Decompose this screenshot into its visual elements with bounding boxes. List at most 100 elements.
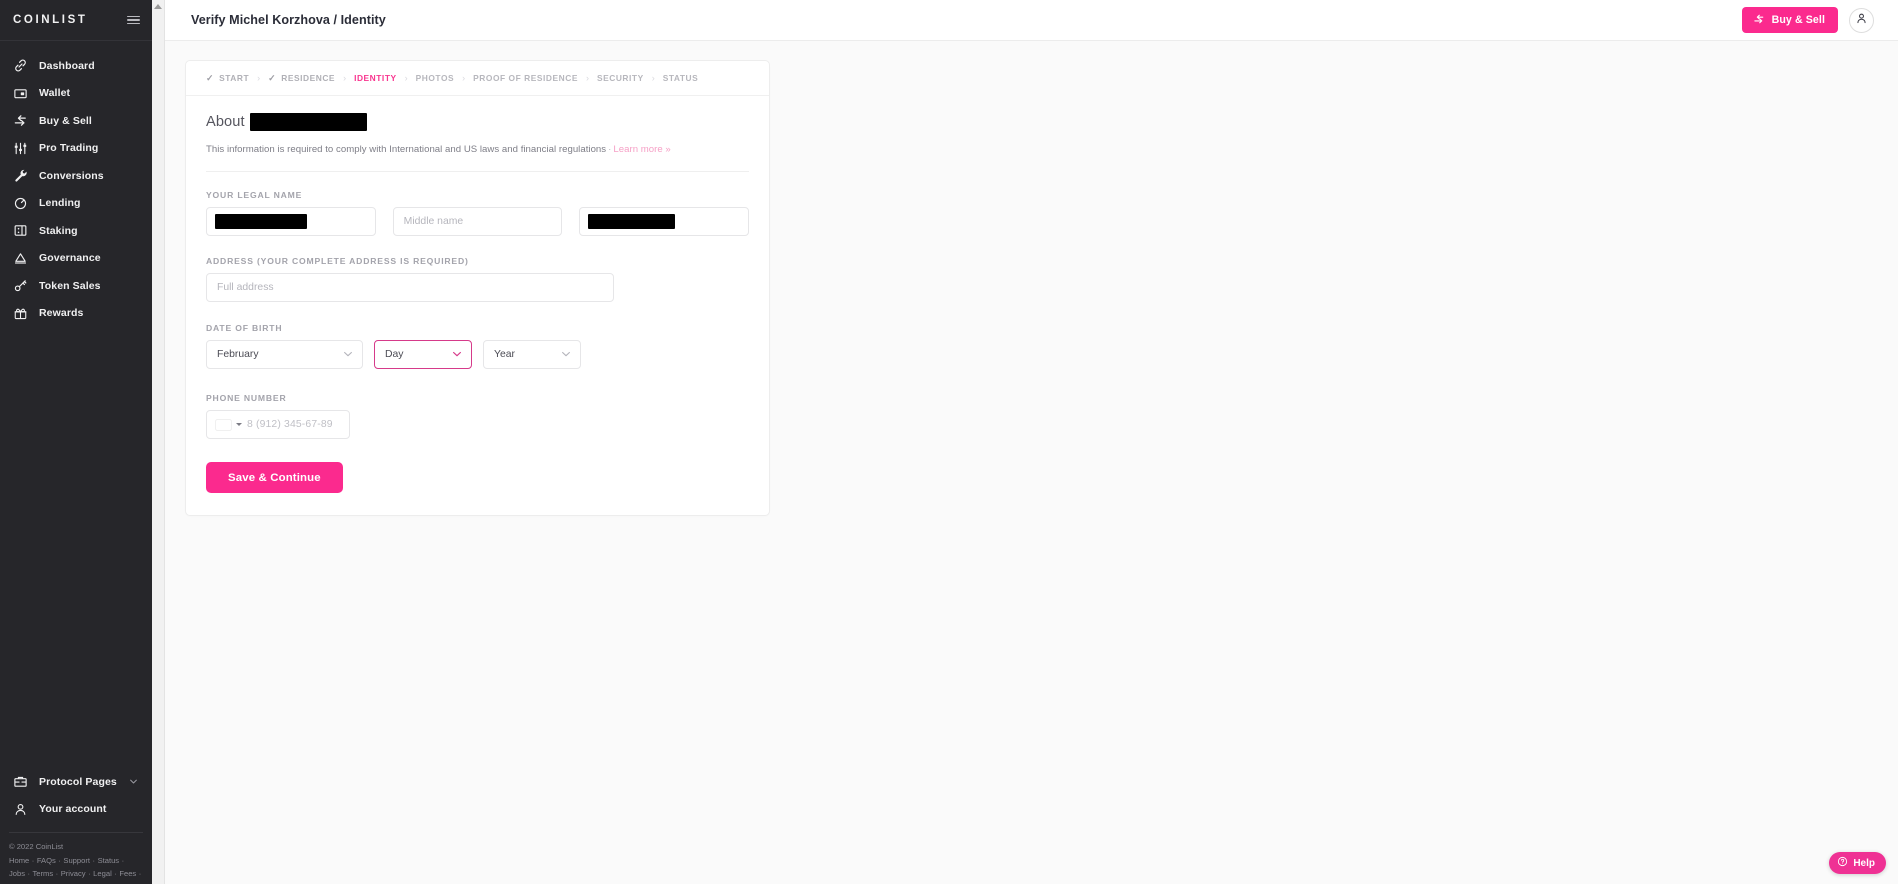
- check-icon: ✓: [206, 72, 215, 83]
- buy-sell-label: Buy & Sell: [1771, 14, 1825, 26]
- legal-name-section: YOUR LEGAL NAME: [206, 190, 750, 236]
- footer-link-legal[interactable]: Legal: [93, 869, 112, 878]
- link-chain-icon: [13, 58, 28, 73]
- acorn-icon: [13, 196, 28, 211]
- step-label: RESIDENCE: [281, 73, 336, 83]
- sidebar-item-label: Rewards: [39, 307, 84, 320]
- help-button[interactable]: Help: [1829, 852, 1886, 874]
- avatar[interactable]: [1849, 7, 1874, 33]
- compliance-disclaimer: This information is required to comply w…: [206, 144, 749, 155]
- redacted-first-name: [215, 214, 307, 229]
- gavel-icon: [13, 251, 28, 266]
- about-label: About: [206, 114, 245, 130]
- step-separator-icon: ›: [651, 72, 655, 83]
- sidebar-item-your-account[interactable]: Your account: [0, 796, 152, 824]
- footer-link-fees[interactable]: Fees: [119, 869, 136, 878]
- swap-arrows-icon: [13, 113, 28, 128]
- page-scrollbar[interactable]: [152, 0, 165, 884]
- buy-sell-button[interactable]: Buy & Sell: [1741, 7, 1838, 33]
- phone-input-group[interactable]: 8 (912) 345-67-89: [206, 410, 350, 439]
- step-separator-icon: ›: [404, 72, 408, 83]
- sidebar-item-label: Token Sales: [39, 279, 101, 292]
- chevron-down-icon[interactable]: [236, 423, 242, 426]
- sidebar-header: COINLIST: [0, 0, 152, 41]
- sidebar-item-label: Dashboard: [39, 59, 95, 72]
- learn-more-link[interactable]: Learn more »: [613, 144, 670, 155]
- footer-sep: ·: [29, 856, 37, 866]
- step-identity[interactable]: IDENTITY: [354, 73, 397, 83]
- about-heading: About: [206, 113, 749, 131]
- sidebar-item-token-sales[interactable]: Token Sales: [0, 272, 152, 300]
- birth-year-select[interactable]: Year: [483, 340, 581, 369]
- sidebar-item-governance[interactable]: Governance: [0, 245, 152, 273]
- coinlist-logo[interactable]: COINLIST: [13, 14, 87, 26]
- last-name-cell: [579, 207, 750, 236]
- hamburger-icon[interactable]: [127, 15, 140, 25]
- step-residence[interactable]: ✓ RESIDENCE: [268, 73, 335, 83]
- sidebar-item-pro-trading[interactable]: Pro Trading: [0, 135, 152, 163]
- key-icon: [13, 278, 28, 293]
- sidebar-nav: Dashboard Wallet Buy & Sell Pro Trading …: [0, 41, 152, 327]
- birth-month-select-wrap: February: [206, 340, 363, 369]
- disclaimer-separator: ·: [608, 144, 612, 155]
- sidebar-item-staking[interactable]: Staking: [0, 217, 152, 245]
- form-divider: [206, 171, 749, 172]
- sidebar-item-lending[interactable]: Lending: [0, 190, 152, 218]
- identity-verification-card: ✓ START › ✓ RESIDENCE › IDENTITY › PHOTO…: [185, 60, 770, 516]
- footer-sep: ·: [90, 856, 98, 866]
- main-area: Verify Michel Korzhova / Identity Buy & …: [165, 0, 1898, 884]
- chevron-down-icon[interactable]: [129, 777, 138, 786]
- step-label: PROOF OF RESIDENCE: [473, 73, 578, 83]
- address-input-wrap: [206, 273, 614, 302]
- sidebar-item-conversions[interactable]: Conversions: [0, 162, 152, 190]
- sidebar-item-dashboard[interactable]: Dashboard: [0, 52, 152, 80]
- middle-name-input[interactable]: [392, 207, 563, 236]
- step-status[interactable]: STATUS: [663, 73, 699, 83]
- step-photos[interactable]: PHOTOS: [416, 73, 455, 83]
- step-separator-icon: ›: [257, 72, 261, 83]
- swap-arrows-icon: [1753, 13, 1765, 28]
- step-start[interactable]: ✓ START: [206, 73, 249, 83]
- wrench-icon: [13, 168, 28, 183]
- footer-sep: ·: [136, 868, 142, 878]
- sidebar-item-label: Conversions: [39, 169, 104, 182]
- birth-month-select[interactable]: February: [206, 340, 363, 369]
- question-circle-icon: [1837, 856, 1848, 870]
- footer-link-privacy[interactable]: Privacy: [61, 869, 86, 878]
- footer-link-faqs[interactable]: FAQs: [37, 856, 56, 865]
- step-label: IDENTITY: [354, 73, 397, 83]
- footer-sep: ·: [53, 868, 61, 878]
- footer-link-support[interactable]: Support: [63, 856, 90, 865]
- sidebar-item-wallet[interactable]: Wallet: [0, 80, 152, 108]
- step-label: SECURITY: [596, 73, 644, 83]
- sidebar-footer: © 2022 CoinList Home · FAQs · Support · …: [0, 833, 152, 880]
- phone-section: PHONE NUMBER 8 (912) 345-67-89: [206, 393, 749, 439]
- step-label: START: [219, 73, 250, 83]
- address-section: ADDRESS (YOUR COMPLETE ADDRESS IS REQUIR…: [206, 256, 749, 302]
- step-security[interactable]: SECURITY: [597, 73, 644, 83]
- sliders-icon: [13, 141, 28, 156]
- address-input[interactable]: [206, 273, 614, 302]
- sidebar-item-rewards[interactable]: Rewards: [0, 300, 152, 328]
- footer-sep: ·: [119, 856, 125, 866]
- verification-steps: ✓ START › ✓ RESIDENCE › IDENTITY › PHOTO…: [186, 61, 769, 96]
- page-title: Verify Michel Korzhova / Identity: [191, 13, 386, 27]
- scroll-up-arrow-icon[interactable]: [154, 4, 162, 9]
- birth-day-select[interactable]: Day: [374, 340, 472, 369]
- gift-icon: [13, 306, 28, 321]
- middle-name-cell: [392, 207, 563, 236]
- step-proof-of-residence[interactable]: PROOF OF RESIDENCE: [473, 73, 578, 83]
- sidebar-item-protocol-pages[interactable]: Protocol Pages: [0, 768, 152, 796]
- sidebar-item-buy-sell[interactable]: Buy & Sell: [0, 107, 152, 135]
- content-area: ✓ START › ✓ RESIDENCE › IDENTITY › PHOTO…: [165, 41, 1898, 884]
- footer-link-home[interactable]: Home: [9, 856, 29, 865]
- footer-link-terms[interactable]: Terms: [32, 869, 53, 878]
- step-separator-icon: ›: [462, 72, 466, 83]
- footer-link-status[interactable]: Status: [98, 856, 120, 865]
- app-root: COINLIST Dashboard Wallet Buy & Sell Pro…: [0, 0, 1898, 884]
- step-separator-icon: ›: [585, 72, 589, 83]
- footer-link-jobs[interactable]: Jobs: [9, 869, 25, 878]
- save-and-continue-button[interactable]: Save & Continue: [206, 462, 343, 493]
- birth-day-select-wrap: Day: [374, 340, 472, 369]
- footer-links-line-2: Jobs · Terms · Privacy · Legal · Fees ·: [9, 868, 145, 880]
